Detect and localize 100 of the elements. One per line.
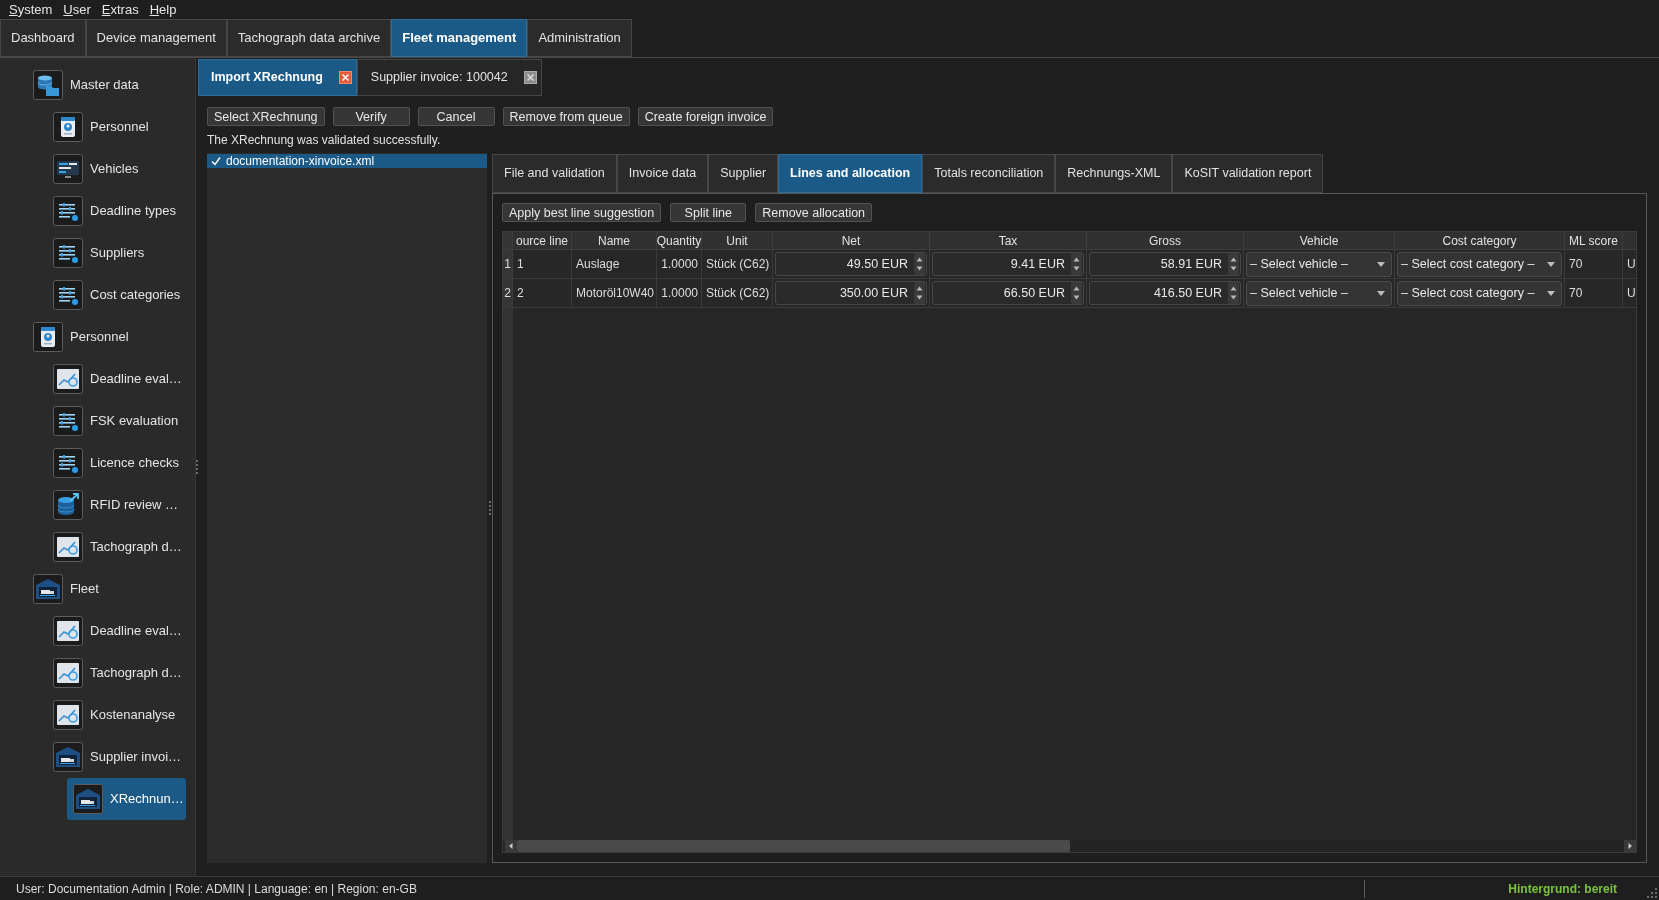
column-header: Unit bbox=[726, 232, 748, 250]
garage-truck-icon bbox=[53, 742, 83, 772]
sidebar-item[interactable]: Supplier invoi… bbox=[47, 736, 186, 778]
sidebar-item[interactable]: Personnel bbox=[27, 316, 186, 358]
table-cell-text: 2 bbox=[517, 285, 524, 302]
sidebar-item[interactable]: XRechnun… bbox=[67, 778, 186, 820]
sliders-icon bbox=[53, 280, 83, 310]
main-tab[interactable]: Tachograph data archive bbox=[226, 19, 392, 57]
spinner-field[interactable]: 66.50 EUR bbox=[932, 281, 1084, 305]
toolbar-button[interactable]: Apply best line suggestion bbox=[502, 203, 662, 222]
menu-item[interactable]: System bbox=[9, 1, 53, 18]
caret-icon bbox=[1547, 290, 1555, 296]
detail-tab[interactable]: Rechnungs-XML bbox=[1055, 154, 1173, 193]
line-chart-icon bbox=[53, 532, 83, 562]
main-tab[interactable]: Fleet management bbox=[391, 19, 528, 57]
sidebar-item[interactable]: Licence checks bbox=[47, 442, 186, 484]
spinner-field[interactable]: 350.00 EUR bbox=[775, 281, 927, 305]
sliders-icon bbox=[53, 196, 83, 226]
id-badge-icon bbox=[53, 112, 83, 142]
row-header: 1 bbox=[504, 256, 511, 273]
sidebar-item[interactable]: Cost categories bbox=[47, 274, 186, 316]
arrow-left-icon[interactable] bbox=[505, 840, 517, 852]
sliders-icon bbox=[53, 238, 83, 268]
close-icon[interactable] bbox=[523, 71, 537, 84]
spinner-field[interactable]: 416.50 EUR bbox=[1089, 281, 1241, 305]
status-message: The XRechnung was validated successfully. bbox=[207, 133, 441, 147]
toolbar-button[interactable]: Remove allocation bbox=[755, 203, 873, 222]
table-cell-text: 70 bbox=[1569, 285, 1583, 302]
detail-tab[interactable]: Invoice data bbox=[616, 154, 709, 193]
sidebar-item[interactable]: Deadline eval… bbox=[47, 610, 186, 652]
sidebar-item[interactable]: FSK evaluation bbox=[47, 400, 186, 442]
stepper-icon[interactable] bbox=[914, 253, 925, 275]
document-tab[interactable]: Supplier invoice: 100042 bbox=[356, 59, 542, 96]
spinner-field[interactable]: 49.50 EUR bbox=[775, 252, 927, 276]
sidebar-item[interactable]: Tachograph d… bbox=[47, 652, 186, 694]
file-list-item[interactable]: documentation-xinvoice.xml bbox=[207, 154, 487, 168]
main-tab[interactable]: Administration bbox=[527, 19, 632, 57]
toolbar-button[interactable]: Remove from queue bbox=[502, 107, 630, 126]
sidebar-item[interactable]: Tachograph d… bbox=[47, 526, 186, 568]
stepper-icon[interactable] bbox=[1071, 282, 1082, 304]
spinner-field[interactable]: 58.91 EUR bbox=[1089, 252, 1241, 276]
table-cell-text: 70 bbox=[1569, 256, 1583, 273]
horizontal-scrollbar[interactable] bbox=[505, 840, 1636, 852]
detail-tab[interactable]: File and validation bbox=[492, 154, 617, 193]
grip-icon[interactable] bbox=[488, 501, 491, 515]
column-header: Name bbox=[598, 232, 630, 250]
sliders-icon bbox=[53, 448, 83, 478]
sidebar-item[interactable]: Vehicles bbox=[47, 148, 186, 190]
stepper-icon[interactable] bbox=[914, 282, 925, 304]
dropdown-field[interactable]: – Select vehicle – bbox=[1246, 251, 1392, 277]
background-status: Hintergrund: bereit bbox=[1508, 880, 1617, 898]
stepper-icon[interactable] bbox=[1228, 253, 1239, 275]
toolbar-button[interactable]: Verify bbox=[332, 107, 410, 126]
column-header: Tax bbox=[998, 232, 1018, 250]
detail-tab[interactable]: KoSIT validation report bbox=[1172, 154, 1324, 193]
dropdown-field[interactable]: – Select cost category – bbox=[1397, 251, 1562, 277]
stepper-icon[interactable] bbox=[1071, 253, 1082, 275]
table-cell-text: 1.0000 bbox=[661, 285, 698, 302]
sidebar-item[interactable]: Deadline types bbox=[47, 190, 186, 232]
toolbar-button[interactable]: Select XRechnung bbox=[207, 107, 325, 126]
detail-tab[interactable]: Lines and allocation bbox=[778, 154, 923, 193]
line-chart-icon bbox=[53, 658, 83, 688]
caret-icon bbox=[1377, 261, 1385, 267]
column-header: Net bbox=[841, 232, 861, 250]
column-header: Cost category bbox=[1442, 232, 1517, 250]
dropdown-field[interactable]: – Select vehicle – bbox=[1246, 280, 1392, 306]
row-header: 2 bbox=[504, 285, 511, 302]
menu-item[interactable]: Extras bbox=[101, 1, 139, 18]
sidebar-item[interactable]: RFID review … bbox=[47, 484, 186, 526]
sidebar-item[interactable]: Deadline eval… bbox=[47, 358, 186, 400]
sidebar-item[interactable]: Personnel bbox=[47, 106, 186, 148]
detail-tab[interactable]: Totals reconciliation bbox=[922, 154, 1056, 193]
main-tab[interactable]: Dashboard bbox=[0, 19, 86, 57]
main-tab[interactable]: Device management bbox=[85, 19, 227, 57]
close-icon[interactable] bbox=[338, 71, 352, 84]
toolbar-button[interactable]: Cancel bbox=[417, 107, 495, 126]
menu-item[interactable]: Help bbox=[149, 1, 177, 18]
arrow-right-icon[interactable] bbox=[1624, 840, 1636, 852]
column-header: ource line bbox=[516, 232, 568, 250]
table-cell-text: Stück (C62) bbox=[706, 256, 770, 273]
resize-grip-icon[interactable] bbox=[1647, 888, 1657, 898]
table-cell-text: U bbox=[1627, 285, 1636, 302]
toolbar-button[interactable]: Split line bbox=[670, 203, 747, 222]
menu-item[interactable]: User bbox=[63, 1, 91, 18]
stepper-icon[interactable] bbox=[1228, 282, 1239, 304]
column-header: ML score bbox=[1569, 232, 1618, 250]
sliders-icon bbox=[53, 406, 83, 436]
sidebar-item[interactable]: Kostenanalyse bbox=[47, 694, 186, 736]
column-header: Vehicle bbox=[1299, 232, 1339, 250]
garage-truck-icon bbox=[73, 784, 103, 814]
spinner-field[interactable]: 9.41 EUR bbox=[932, 252, 1084, 276]
sidebar-item[interactable]: Master data bbox=[27, 64, 186, 106]
sidebar-item[interactable]: Suppliers bbox=[47, 232, 186, 274]
document-tab[interactable]: Import XRechnung bbox=[198, 59, 357, 96]
table-cell-text: 1.0000 bbox=[661, 256, 698, 273]
dropdown-field[interactable]: – Select cost category – bbox=[1397, 280, 1562, 306]
detail-tab[interactable]: Supplier bbox=[708, 154, 779, 193]
sidebar-item[interactable]: Fleet bbox=[27, 568, 186, 610]
scrollbar-thumb[interactable] bbox=[517, 840, 1070, 852]
toolbar-button[interactable]: Create foreign invoice bbox=[637, 107, 774, 126]
